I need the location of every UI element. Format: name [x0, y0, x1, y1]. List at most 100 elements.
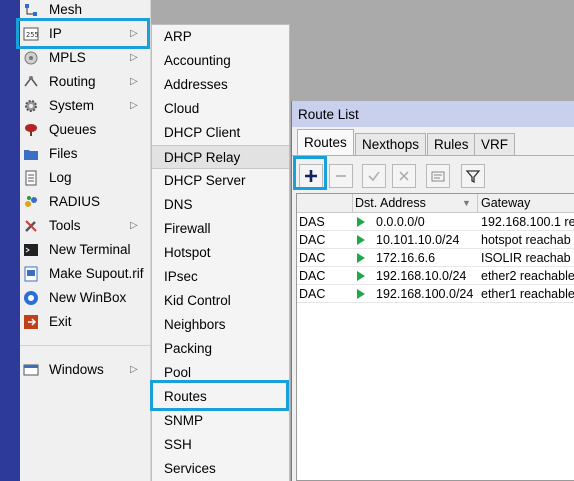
tab-rules[interactable]: Rules [427, 133, 476, 155]
submenu-item-kid-control[interactable]: Kid Control [152, 289, 289, 313]
submenu-item-packing[interactable]: Packing [152, 337, 289, 361]
menu-item-label: Make Supout.rif [49, 266, 144, 281]
menu-item-new-winbox[interactable]: New WinBox [20, 286, 151, 310]
filter-button[interactable] [461, 164, 485, 188]
menu-item-ip[interactable]: 255 IP ▷ [20, 22, 151, 46]
disable-button[interactable] [392, 164, 416, 188]
menu-item-label: IP [49, 26, 62, 41]
window-titlebar[interactable]: Route List [292, 101, 574, 127]
menu-item-label: RADIUS [49, 194, 101, 209]
menu-item-files[interactable]: Files [20, 142, 151, 166]
supout-icon [24, 266, 38, 282]
comment-icon [431, 171, 445, 182]
submenu-item-hotspot[interactable]: Hotspot [152, 241, 289, 265]
add-button[interactable] [299, 164, 323, 188]
submenu-item-services[interactable]: Services [152, 457, 289, 481]
menu-item-make-supout[interactable]: Make Supout.rif [20, 262, 151, 286]
mesh-icon [25, 4, 37, 16]
table-row[interactable]: DAS 0.0.0.0/0 192.168.100.1 re [297, 213, 574, 231]
column-header-gateway[interactable]: Gateway [481, 196, 530, 210]
route-dst: 0.0.0.0/0 [376, 215, 425, 229]
submenu-item-ssh[interactable]: SSH [152, 433, 289, 457]
menu-item-label: Tools [49, 218, 81, 233]
queues-icon [25, 124, 37, 136]
comment-button[interactable] [426, 164, 450, 188]
route-table: Dst. Address ▼ Gateway DAS 0.0.0.0/0 192… [296, 193, 574, 481]
tab-vrf[interactable]: VRF [474, 133, 515, 155]
route-flags: DAC [299, 233, 326, 247]
route-flags: DAC [299, 269, 326, 283]
route-dst: 10.101.10.0/24 [376, 233, 460, 247]
submenu-item-accounting[interactable]: Accounting [152, 49, 289, 73]
enable-button[interactable] [362, 164, 386, 188]
route-gateway: ether2 reachable [481, 269, 574, 283]
menu-item-label: Files [49, 146, 78, 161]
menu-item-exit[interactable]: Exit [20, 310, 151, 334]
menu-item-tools[interactable]: Tools ▷ [20, 214, 151, 238]
route-dst: 192.168.100.0/24 [376, 287, 474, 301]
minus-icon [336, 175, 346, 177]
menu-item-label: Queues [49, 122, 97, 137]
tab-routes[interactable]: Routes [297, 129, 354, 156]
table-row[interactable]: DAC 192.168.10.0/24 ether2 reachable [297, 267, 574, 285]
exit-icon [24, 315, 38, 329]
terminal-icon [24, 244, 38, 256]
chevron-right-icon: ▷ [130, 76, 138, 87]
route-dst: 192.168.10.0/24 [376, 269, 467, 283]
submenu-item-dns[interactable]: DNS [152, 193, 289, 217]
submenu-item-dhcp-server[interactable]: DHCP Server [152, 169, 289, 193]
route-gateway: ISOLIR reachab [481, 251, 571, 265]
ip-submenu: ARP Accounting Addresses Cloud DHCP Clie… [151, 24, 290, 481]
submenu-item-neighbors[interactable]: Neighbors [152, 313, 289, 337]
chevron-right-icon: ▷ [130, 364, 138, 375]
check-icon [368, 171, 380, 182]
menu-item-label: New Terminal [49, 242, 131, 257]
submenu-item-dhcp-client[interactable]: DHCP Client [152, 121, 289, 145]
menu-item-routing[interactable]: Routing ▷ [20, 70, 151, 94]
menu-item-label: Exit [49, 314, 72, 329]
menu-item-label: MPLS [49, 50, 86, 65]
table-row[interactable]: DAC 192.168.100.0/24 ether1 reachable [297, 285, 574, 303]
tab-bar: Routes Nexthops Rules VRF [292, 127, 574, 156]
remove-button[interactable] [329, 164, 353, 188]
sort-down-icon: ▼ [462, 198, 471, 208]
chevron-right-icon: ▷ [130, 100, 138, 111]
submenu-item-arp[interactable]: ARP [152, 25, 289, 49]
table-header: Dst. Address ▼ Gateway [297, 194, 574, 213]
menu-item-radius[interactable]: RADIUS [20, 190, 151, 214]
submenu-item-dhcp-relay[interactable]: DHCP Relay [152, 145, 289, 169]
menu-item-new-terminal[interactable]: New Terminal [20, 238, 151, 262]
submenu-item-ipsec[interactable]: IPsec [152, 265, 289, 289]
ip-icon: 255 [23, 27, 39, 41]
sidebar-edge [0, 0, 20, 481]
chevron-right-icon: ▷ [130, 28, 138, 39]
menu-item-label: System [49, 98, 95, 113]
submenu-item-firewall[interactable]: Firewall [152, 217, 289, 241]
routing-icon [24, 76, 38, 87]
menu-item-queues[interactable]: Queues [20, 118, 151, 142]
menu-item-system[interactable]: System ▷ [20, 94, 151, 118]
submenu-item-routes[interactable]: Routes [152, 385, 289, 409]
submenu-item-addresses[interactable]: Addresses [152, 73, 289, 97]
route-flags: DAC [299, 251, 326, 265]
submenu-item-pool[interactable]: Pool [152, 361, 289, 385]
menu-item-mesh[interactable]: Mesh [20, 0, 151, 22]
table-row[interactable]: DAC 10.101.10.0/24 hotspot reachab [297, 231, 574, 249]
main-menu: Mesh 255 IP ▷ MPLS ▷ Routing ▷ System ▷ … [20, 0, 151, 481]
active-route-icon [357, 217, 365, 227]
submenu-item-snmp[interactable]: SNMP [152, 409, 289, 433]
menu-item-mpls[interactable]: MPLS ▷ [20, 46, 151, 70]
tab-nexthops[interactable]: Nexthops [355, 133, 427, 155]
table-row[interactable]: DAC 172.16.6.6 ISOLIR reachab [297, 249, 574, 267]
menu-item-log[interactable]: Log [20, 166, 151, 190]
window-title: Route List [298, 107, 359, 122]
menu-item-windows[interactable]: Windows ▷ [20, 358, 151, 382]
windows-icon [23, 364, 39, 376]
submenu-item-cloud[interactable]: Cloud [152, 97, 289, 121]
route-gateway: ether1 reachable [481, 287, 574, 301]
menu-item-label: Log [49, 170, 72, 185]
route-gateway: hotspot reachab [481, 233, 571, 247]
route-flags: DAC [299, 287, 326, 301]
plus-icon [305, 170, 317, 182]
column-header-dst[interactable]: Dst. Address [355, 196, 426, 210]
